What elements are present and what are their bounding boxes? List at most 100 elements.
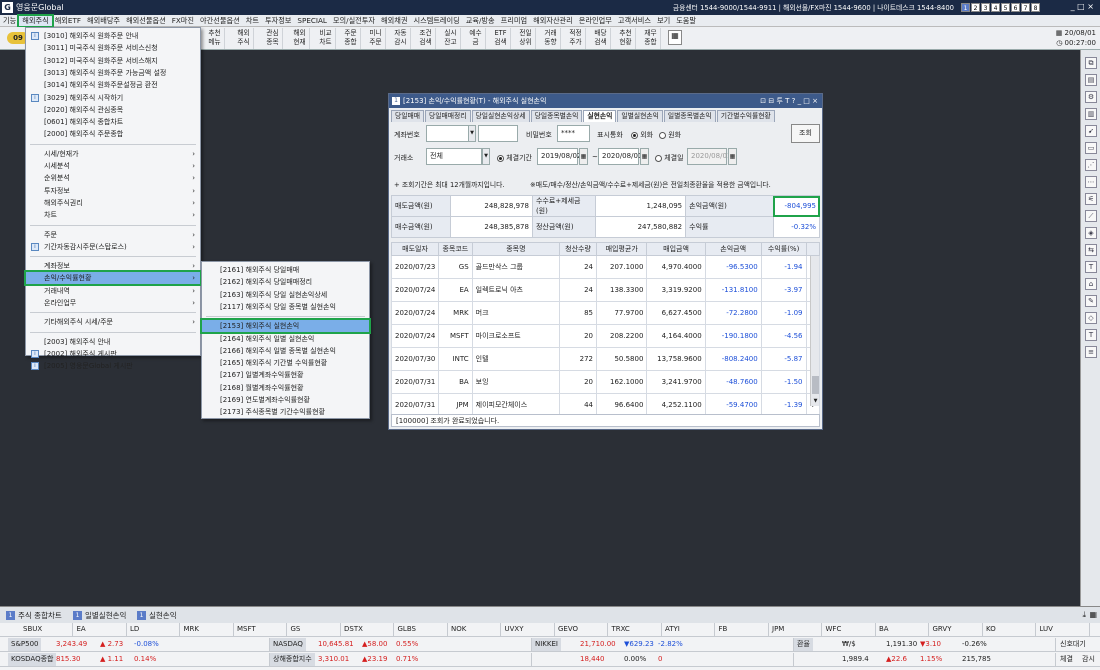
column-header[interactable]: 매도일자	[390, 242, 440, 256]
ticker-symbol[interactable]: UVXY	[502, 623, 555, 637]
table-row[interactable]: 2020/07/30 INTC 인텔 272 50.5800 13,758.9600 -80…	[390, 347, 820, 371]
menu-item[interactable]: [0601] 해외주식 종합차트	[26, 116, 200, 128]
ticker-index-group[interactable]: NASDAQ 10,645.81 ▲58.00 0.55%	[270, 638, 532, 652]
ticker-symbol[interactable]: GRVY	[930, 623, 983, 637]
page-button-2[interactable]: 2	[971, 2, 980, 12]
account-number-field[interactable]	[426, 125, 474, 142]
menu-item[interactable]: [3012] 미국주식 원화주문 서비스해지	[26, 55, 200, 67]
download-icon[interactable]: ⤓	[1082, 610, 1086, 620]
column-header[interactable]	[805, 242, 820, 256]
settings-icon[interactable]: ▦	[1089, 610, 1097, 619]
table-row[interactable]: 2020/07/24 MRK 머크 85 77.9700 6,627.4500 -72.28…	[390, 301, 820, 325]
menu-13[interactable]: 교육/방송	[463, 16, 498, 26]
menu-item[interactable]: [2003] 해외주식 안내	[26, 336, 200, 348]
column-header[interactable]: 매입금액	[646, 242, 706, 256]
ticker-index-group[interactable]: 18,440 0.00% 0	[532, 653, 794, 667]
ticker-symbol[interactable]: FB	[716, 623, 769, 637]
menu-item[interactable]: [2165] 해외주식 기간별 수익률현황	[202, 357, 369, 369]
page-button-1[interactable]: 1	[961, 2, 970, 12]
menu-7[interactable]: 차트	[243, 16, 262, 26]
toolbar-button-11[interactable]: ETF 검색	[491, 28, 511, 49]
menu-18[interactable]: 보기	[654, 16, 673, 26]
menu-item[interactable]: 거래내역 ›	[26, 285, 200, 297]
menu-item[interactable]: 기타해외주식 시세/주문 ›	[26, 316, 200, 328]
tab-5[interactable]: 일별실현손익	[617, 110, 663, 122]
toolbar-button-16[interactable]: 추천 현황	[616, 28, 636, 49]
trend-icon[interactable]: ⋰	[1085, 159, 1097, 171]
menu-item[interactable]: i 기간자동감시주문(스탑로스) ›	[26, 241, 200, 253]
ticker-symbol[interactable]: GS	[288, 623, 341, 637]
table-row[interactable]: 2020/07/23 GS 골드만삭스 그룹 24 207.1000 4,970.4000…	[390, 255, 820, 279]
account-dropdown-icon[interactable]: ▼	[468, 125, 476, 142]
menu-icon[interactable]: ≡	[1085, 346, 1097, 358]
swap-icon[interactable]: ⇆	[1085, 244, 1097, 256]
column-header[interactable]: 매입평균가	[596, 242, 648, 256]
page-button-4[interactable]: 4	[991, 2, 1000, 12]
menu-9[interactable]: SPECIAL	[294, 16, 330, 25]
period-range-radio[interactable]: 체결기간	[497, 153, 532, 163]
window-controls[interactable]: ⊡ ⊟ 투 T ? _ □ ×	[760, 94, 818, 108]
menu-item[interactable]: 시세/현재가 ›	[26, 148, 200, 160]
calendar-to-icon[interactable]: ▦	[640, 148, 649, 165]
memo-icon[interactable]: ▦	[668, 30, 682, 45]
toolbar-button-17[interactable]: 재무 종합	[641, 28, 661, 49]
page-button-5[interactable]: 5	[1001, 2, 1010, 12]
gear-icon[interactable]: ⚙	[1085, 91, 1097, 103]
cursor-icon[interactable]: ➹	[1085, 125, 1097, 137]
list-icon[interactable]: ▤	[1085, 74, 1097, 86]
toolbar-button-14[interactable]: 적정 주가	[566, 28, 586, 49]
column-header[interactable]: 종목명	[471, 242, 561, 256]
rect-icon[interactable]: ▭	[1085, 142, 1097, 154]
menu-item[interactable]: [2173] 주식종목별 기간수익률현황	[202, 406, 369, 418]
pen-icon[interactable]: ✎	[1085, 295, 1097, 307]
menu-item[interactable]: [2164] 해외주식 일별 실현손익	[202, 333, 369, 345]
period-day-radio[interactable]: 체결일	[655, 153, 684, 163]
page-button-8[interactable]: 8	[1031, 2, 1040, 12]
tab-4[interactable]: 실현손익	[583, 110, 617, 122]
fill-label[interactable]: 체결	[1060, 654, 1073, 664]
ticker-symbol[interactable]: TRXC	[609, 623, 662, 637]
ticker-symbol[interactable]: MRK	[181, 623, 234, 637]
ticker-symbol[interactable]: GEVO	[555, 623, 608, 637]
menu-item[interactable]: 순위분석 ›	[26, 172, 200, 184]
column-header[interactable]: 청산수량	[559, 242, 598, 256]
menu-item[interactable]: i [3010] 해외주식 원화주문 안내	[26, 30, 200, 42]
ticker-symbol[interactable]: JPM	[769, 623, 822, 637]
ticker-symbol[interactable]: GLBS	[395, 623, 448, 637]
menu-17[interactable]: 고객서비스	[615, 16, 654, 26]
page-button-6[interactable]: 6	[1011, 2, 1020, 12]
menu-item[interactable]: [2117] 해외주식 당일 종목별 실현손익	[202, 301, 369, 313]
menu-item[interactable]: i [2002] 해외주식 게시판	[26, 348, 200, 360]
task-window-2[interactable]: 1 실현손익	[137, 610, 177, 621]
text2-icon[interactable]: T	[1085, 329, 1097, 341]
shape-icon[interactable]: ◇	[1085, 312, 1097, 324]
menu-item[interactable]: [2166] 해외주식 일별 종목별 실현손익	[202, 345, 369, 357]
menu-item[interactable]: [2167] 일별계좌수익률현황	[202, 369, 369, 381]
menu-item[interactable]: [2000] 해외주식 주문종합	[26, 128, 200, 140]
password-field[interactable]: ****	[557, 125, 590, 142]
menu-item[interactable]: 손익/수익률현황 ›	[24, 270, 202, 287]
menu-item[interactable]: [2168] 월별계좌수익률현황	[202, 382, 369, 394]
ticker-symbol[interactable]: MSFT	[234, 623, 287, 637]
menu-item[interactable]: [2163] 해외주식 당일 실현손익상세	[202, 289, 369, 301]
ticker-symbol[interactable]: KO	[983, 623, 1036, 637]
tab-6[interactable]: 일별종목별손익	[663, 110, 716, 122]
column-header[interactable]: 손익금액	[704, 242, 762, 256]
menu-14[interactable]: 프리미엄	[498, 16, 530, 26]
menu-3[interactable]: 해외배당주	[84, 16, 123, 26]
tab-7[interactable]: 기간별수익률현황	[716, 110, 775, 122]
menu-item[interactable]: [3011] 미국주식 원화주문 서비스신청	[26, 42, 200, 54]
menu-item[interactable]: 해외주식권리 ›	[26, 197, 200, 209]
home-icon[interactable]: ⌂	[1085, 278, 1097, 290]
scrollbar-thumb[interactable]	[812, 376, 819, 394]
menu-12[interactable]: 시스템트레이딩	[410, 16, 462, 26]
ticker-index-group[interactable]: KOSDAQ종합 815.30 ▲ 1.11 0.14%	[8, 653, 270, 667]
menu-item[interactable]: i [2005] 영웅문Global 게시판	[26, 360, 200, 372]
menu-19[interactable]: 도움말	[673, 16, 699, 26]
toolbar-button-8[interactable]: 조건 검색	[416, 28, 436, 49]
menu-item[interactable]: [2020] 해외주식 관심종목	[26, 104, 200, 116]
menu-item[interactable]: [2169] 연도별계좌수익률현황	[202, 394, 369, 406]
toolbar-button-4[interactable]: 비교 차트	[316, 28, 336, 49]
ticker-symbol[interactable]: EA	[74, 623, 127, 637]
ticker-index-group[interactable]: S&P500 3,243.49 ▲ 2.73 -0.08%	[8, 638, 270, 652]
